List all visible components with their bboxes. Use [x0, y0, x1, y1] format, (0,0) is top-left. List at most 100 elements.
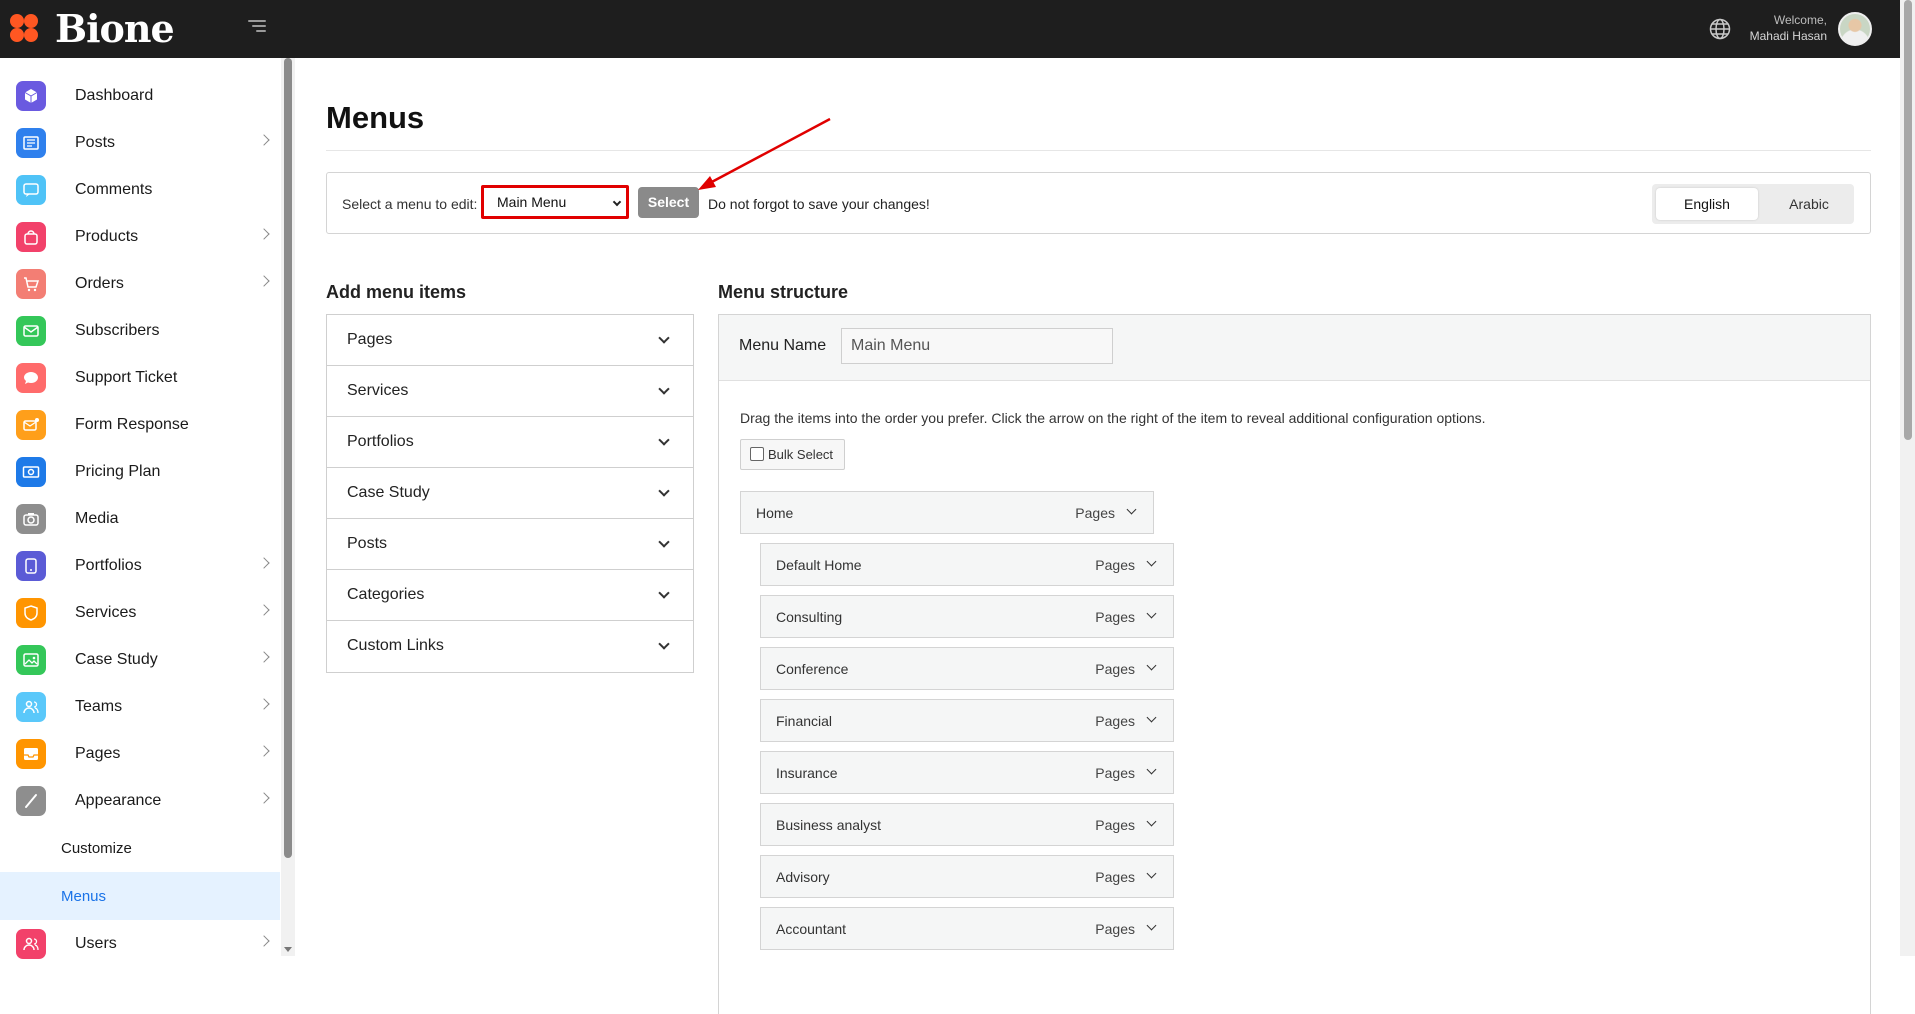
chevron-down-icon[interactable] [1146, 868, 1157, 879]
menu-toggle-icon[interactable] [248, 20, 266, 34]
language-tab-arabic[interactable]: Arabic [1758, 188, 1860, 220]
accordion-posts[interactable]: Posts [327, 519, 693, 570]
page-scroll-thumb[interactable] [1904, 0, 1912, 440]
sidebar-subitem-menus[interactable]: Menus [0, 872, 280, 920]
chevron-right-icon [258, 792, 270, 804]
sidebar-item-label: Products [75, 227, 139, 245]
globe-icon[interactable] [1708, 17, 1732, 41]
nav-icon-badge [16, 80, 46, 111]
menu-structure-item[interactable]: Financial Pages [760, 699, 1174, 742]
sidebar-item-teams[interactable]: Teams [0, 683, 280, 730]
welcome-text: Welcome, Mahadi Hasan [1750, 12, 1827, 44]
sidebar-item-comments[interactable]: Comments [0, 166, 280, 213]
menu-item-type: Pages [1095, 609, 1135, 625]
image-icon [23, 652, 39, 667]
user-name[interactable]: Mahadi Hasan [1750, 28, 1827, 44]
accordion-services[interactable]: Services [327, 366, 693, 417]
chevron-down-icon[interactable] [658, 587, 670, 599]
chevron-down-icon[interactable] [1146, 764, 1157, 775]
sidebar-item-case-study[interactable]: Case Study [0, 636, 280, 683]
menu-structure-item[interactable]: Consulting Pages [760, 595, 1174, 638]
menu-structure-item[interactable]: Conference Pages [760, 647, 1174, 690]
menu-structure-item[interactable]: Insurance Pages [760, 751, 1174, 794]
sidebar-item-media[interactable]: Media [0, 495, 280, 542]
brand-logo-icon [10, 14, 42, 46]
nav-icon-badge [16, 785, 46, 816]
chevron-down-icon[interactable] [658, 536, 670, 548]
accordion-label: Categories [347, 586, 425, 603]
chevron-down-icon[interactable] [658, 434, 670, 446]
sidebar-item-subscribers[interactable]: Subscribers [0, 307, 280, 354]
menu-item-type: Pages [1095, 557, 1135, 573]
nav-icon-badge [16, 644, 46, 675]
sidebar-scroll-thumb[interactable] [284, 58, 292, 858]
accordion-pages[interactable]: Pages [327, 315, 693, 366]
chevron-down-icon[interactable] [658, 485, 670, 497]
chevron-down-icon[interactable] [1146, 556, 1157, 567]
accordion-custom-links[interactable]: Custom Links [327, 621, 693, 672]
accordion-categories[interactable]: Categories [327, 570, 693, 621]
bulk-select-button[interactable]: Bulk Select [740, 439, 845, 470]
menu-item-label: Default Home [776, 557, 862, 573]
menu-select-dropdown[interactable]: Main Menu [481, 185, 629, 219]
sidebar-item-portfolios[interactable]: Portfolios [0, 542, 280, 589]
menu-structure-item[interactable]: Home Pages [740, 491, 1154, 534]
chevron-down-icon[interactable] [658, 332, 670, 344]
nav-icon-badge [16, 503, 46, 534]
save-reminder-text: Do not forgot to save your changes! [708, 196, 930, 212]
sidebar-scrollbar[interactable] [281, 58, 295, 956]
chevron-right-icon [258, 745, 270, 757]
nav-icon-badge [16, 550, 46, 581]
sidebar-item-services[interactable]: Services [0, 589, 280, 636]
menu-structure-item[interactable]: Business analyst Pages [760, 803, 1174, 846]
language-tab-english[interactable]: English [1656, 188, 1758, 220]
sidebar-item-support-ticket[interactable]: Support Ticket [0, 354, 280, 401]
menu-select-bar: Select a menu to edit: Main Menu Select … [326, 172, 1871, 234]
cube-icon [24, 88, 38, 103]
accordion-case-study[interactable]: Case Study [327, 468, 693, 519]
menu-name-input[interactable] [841, 328, 1113, 364]
chevron-right-icon [258, 698, 270, 710]
sidebar-subitem-customize[interactable]: Customize [0, 824, 280, 872]
annotation-arrow [698, 117, 831, 190]
sidebar-item-label: Appearance [75, 791, 162, 809]
checkbox-icon[interactable] [750, 447, 764, 461]
sidebar-item-products[interactable]: Products [0, 213, 280, 260]
menu-structure-item[interactable]: Default Home Pages [760, 543, 1174, 586]
nav-icon-badge [16, 456, 46, 487]
chevron-right-icon [258, 275, 270, 287]
menu-item-type: Pages [1095, 921, 1135, 937]
menu-structure-item[interactable]: Advisory Pages [760, 855, 1174, 898]
chevron-down-icon[interactable] [1146, 712, 1157, 723]
menu-item-type: Pages [1095, 817, 1135, 833]
chevron-right-icon [258, 651, 270, 663]
chevron-down-icon[interactable] [1146, 920, 1157, 931]
chevron-right-icon [258, 557, 270, 569]
add-menu-items-accordion: Pages Services Portfolios Case Study Posts Ca… [326, 314, 694, 673]
chevron-down-icon[interactable] [1126, 504, 1137, 515]
chevron-down-icon[interactable] [1146, 660, 1157, 671]
accordion-label: Pages [347, 331, 393, 348]
sidebar-item-users[interactable]: Users [0, 920, 280, 967]
mail-alert-icon [23, 417, 39, 431]
sidebar-item-pricing-plan[interactable]: Pricing Plan [0, 448, 280, 495]
chevron-down-icon[interactable] [658, 638, 670, 650]
chevron-down-icon[interactable] [658, 383, 670, 395]
sidebar-item-pages[interactable]: Pages [0, 730, 280, 777]
menu-item-label: Accountant [776, 921, 847, 937]
chevron-down-icon[interactable] [1146, 816, 1157, 827]
sidebar-item-posts[interactable]: Posts [0, 119, 280, 166]
chevron-down-icon[interactable] [1146, 608, 1157, 619]
sidebar-item-appearance[interactable]: Appearance [0, 777, 280, 824]
scroll-down-arrow-icon[interactable] [284, 947, 292, 952]
page-scrollbar[interactable] [1900, 0, 1915, 956]
sidebar-item-orders[interactable]: Orders [0, 260, 280, 307]
sidebar-item-form-response[interactable]: Form Response [0, 401, 280, 448]
avatar[interactable] [1838, 12, 1872, 46]
brush-icon [25, 793, 37, 808]
sidebar-item-dashboard[interactable]: Dashboard [0, 72, 280, 119]
select-button[interactable]: Select [638, 187, 699, 218]
menu-structure-item[interactable]: Accountant Pages [760, 907, 1174, 950]
menu-item-label: Advisory [776, 869, 830, 885]
accordion-portfolios[interactable]: Portfolios [327, 417, 693, 468]
